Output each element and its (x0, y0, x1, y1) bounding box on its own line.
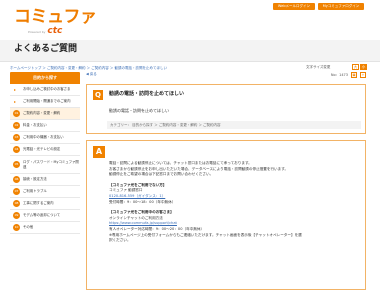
sidebar-item-contract[interactable]: 01 ご契約内容・変更・解約 (10, 108, 80, 120)
sidebar-heading: 目的から探す (10, 72, 80, 84)
sidebar-item-id-password[interactable]: 05 ログ・パスワード・Myコミュファ関連 (10, 156, 80, 174)
my-commufa-login-button[interactable]: Myコミュファログイン (318, 3, 364, 10)
logo-sub: Powered by ctc (28, 26, 62, 38)
number-badge: 07 (13, 188, 20, 195)
sidebar-item-modem-return[interactable]: 09 モデム等の返却について (10, 210, 80, 222)
sidebar-item-phone-tv[interactable]: 04 光電話・光テレビの設定 (10, 144, 80, 156)
question-category[interactable]: カテゴリー： 目的から探す ＞ ご契約内容・変更・解約 ＞ ご契約内容 (107, 121, 361, 129)
sidebar-item-label: 工事に関するご案内 (23, 201, 54, 206)
sidebar-item-other[interactable]: 10 その他 (10, 222, 80, 234)
sidebar-item-label: ご契約内容・変更・解約 (23, 111, 61, 116)
sidebar-item-label: 料金・お支払い (23, 123, 47, 128)
arrow-right-icon: ▸ (14, 98, 17, 104)
print-icon[interactable]: ▣ (351, 72, 357, 78)
question-title: 勧誘の電話・訪問を止めてほしい (109, 91, 185, 97)
sidebar-item-trouble[interactable]: 07 ご利用トラブル (10, 186, 80, 198)
sidebar-item-label: ログ・パスワード・Myコミュファ関連 (23, 159, 79, 169)
text-size-large-button[interactable]: 大 (352, 64, 359, 70)
sidebar-item-label: お申し込みご検討中のお客さま (23, 87, 71, 92)
question-box: Q 勧誘の電話・訪問を止めてほしい 勧誘の電話・訪問を止めてほしい カテゴリー：… (86, 84, 366, 134)
main-content: ◀ 戻る No：1473 ▣ + Q 勧誘の電話・訪問を止めてほしい 勧誘の電話… (86, 72, 366, 290)
back-link[interactable]: ◀ 戻る (86, 72, 97, 77)
faq-meta: No：1473 ▣ + (331, 72, 366, 78)
logo-powered-text: Powered by (28, 30, 46, 34)
number-badge: 04 (13, 146, 20, 153)
text-size-label: 文字サイズ変更 (306, 65, 331, 69)
sidebar: 目的から探す ▸ お申し込みご検討中のお客さま ▸ ご利用開始・開通までのご案内… (10, 72, 80, 234)
number-badge: 09 (13, 212, 20, 219)
sidebar-item-prospective[interactable]: ▸ お申し込みご検討中のお客さま (10, 84, 80, 96)
sidebar-item-label: ご利用トラブル (23, 189, 47, 194)
web-mail-login-button[interactable]: Webメールログイン (273, 3, 315, 10)
faq-number: No：1473 (330, 72, 348, 77)
logo[interactable]: コミュファ (14, 8, 97, 26)
question-text: 勧誘の電話・訪問を止めてほしい (109, 108, 169, 113)
breadcrumb[interactable]: ホームページトップ ＞ ご契約内容・変更・解約 ＞ ご契約内容 ＞ 勧誘の電話・… (10, 66, 167, 71)
sidebar-item-billing[interactable]: 02 料金・お支払い (10, 120, 80, 132)
answer-body: 電話・訪問による勧誘停止については、チャット窓口またはお電話にて承っております。… (109, 161, 359, 244)
number-badge: 02 (13, 122, 20, 129)
sidebar-item-label: ご利用開始・開通までのご案内 (23, 99, 71, 104)
number-badge: 10 (13, 224, 20, 231)
answer-badge: A (93, 146, 105, 158)
sidebar-item-connection[interactable]: 06 接続・設定方法 (10, 174, 80, 186)
sidebar-item-label: 接続・設定方法 (23, 177, 47, 182)
answer-box: A 電話・訪問による勧誘停止については、チャット窓口またはお電話にて承っておりま… (86, 140, 366, 290)
back-link-label: 戻る (89, 72, 97, 76)
sidebar-item-start-guide[interactable]: ▸ ご利用開始・開通までのご案内 (10, 96, 80, 108)
ctc-logo[interactable]: ctc (47, 26, 62, 38)
sidebar-item-label: 光電話・光テレビの設定 (23, 147, 61, 152)
sidebar-item-devices[interactable]: 03 ご利用中の機器・お支払い (10, 132, 80, 144)
number-badge: 01 (13, 110, 20, 117)
sidebar-item-label: その他 (23, 225, 34, 230)
answer-line: 択ください。 (109, 238, 131, 243)
sidebar-item-construction[interactable]: 08 工事に関するご案内 (10, 198, 80, 210)
sidebar-item-label: モデム等の返却について (23, 213, 61, 218)
number-badge: 03 (13, 134, 20, 141)
arrow-right-icon: ▸ (14, 86, 17, 92)
site-header: コミュファ Powered by ctc Webメールログイン Myコミュファロ… (0, 0, 380, 40)
text-size-small-button[interactable]: 小 (360, 64, 367, 70)
question-badge: Q (93, 90, 103, 100)
share-icon[interactable]: + (360, 72, 366, 78)
sidebar-item-label: ご利用中の機器・お支払い (23, 135, 64, 140)
page-title: よくあるご質問 (14, 44, 78, 54)
number-badge: 05 (13, 161, 20, 168)
number-badge: 08 (13, 200, 20, 207)
number-badge: 06 (13, 176, 20, 183)
